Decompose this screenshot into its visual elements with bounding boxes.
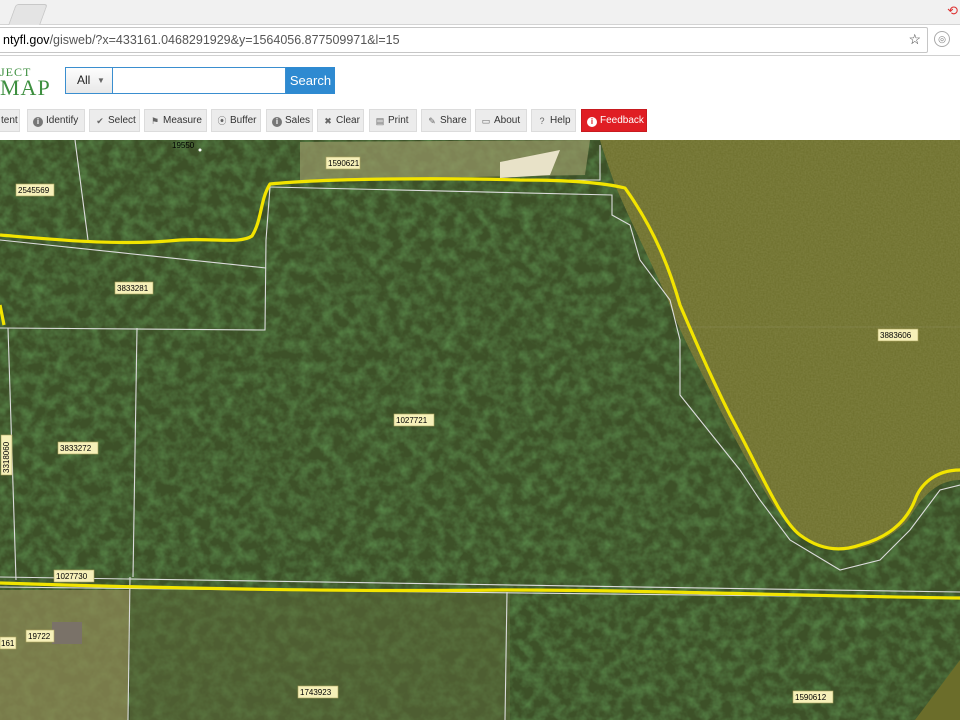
- search-input[interactable]: [112, 67, 286, 94]
- check-icon: ✔: [96, 116, 104, 126]
- house-roof: [52, 622, 82, 644]
- identify-button[interactable]: i Identify: [27, 109, 85, 132]
- logo-text-bottom: MAP: [0, 75, 51, 100]
- aerial-map[interactable]: 1590621 19550 2545569 3833281 3883606 10…: [0, 140, 960, 720]
- sales-label: Sales: [285, 115, 311, 126]
- select-label: Select: [108, 115, 136, 126]
- buffer-label: Buffer: [230, 115, 257, 126]
- share-button[interactable]: ✎ Share: [421, 109, 471, 132]
- search-scope-value: All: [77, 73, 91, 87]
- parcel-label[interactable]: 1590612: [792, 690, 834, 704]
- comment-icon: ▭: [481, 116, 491, 126]
- info-icon: i: [587, 117, 597, 127]
- svg-text:1027730: 1027730: [56, 572, 88, 581]
- select-button[interactable]: ✔ Select: [89, 109, 140, 132]
- parcel-label[interactable]: 161: [0, 636, 17, 650]
- feedback-button[interactable]: i Feedback: [581, 109, 647, 132]
- info-icon: i: [272, 117, 282, 127]
- url-text: ntyfl.gov/gisweb/?x=433161.0468291929&y=…: [3, 33, 400, 47]
- svg-text:19722: 19722: [28, 632, 51, 641]
- print-button[interactable]: ▤ Print: [369, 109, 417, 132]
- extension-icon[interactable]: ◎: [934, 31, 950, 47]
- parcel-label[interactable]: 19722: [25, 629, 55, 643]
- extent-label: tent: [1, 115, 18, 126]
- svg-text:1027721: 1027721: [396, 416, 428, 425]
- bookmark-star-icon[interactable]: ☆: [908, 31, 921, 48]
- info-icon: i: [33, 117, 43, 127]
- road-marker: [198, 148, 202, 152]
- svg-text:3833281: 3833281: [117, 284, 149, 293]
- search-scope-select[interactable]: All ▼: [65, 67, 112, 94]
- svg-text:1743923: 1743923: [300, 688, 332, 697]
- parcel-label[interactable]: 3833272: [57, 441, 99, 455]
- help-icon: ?: [539, 116, 545, 126]
- parcel-label[interactable]: 2545569: [15, 183, 55, 197]
- chevron-down-icon: ▼: [97, 76, 105, 85]
- cleared-lot: [0, 590, 130, 720]
- parcel-label[interactable]: 1027730: [53, 569, 95, 583]
- print-icon: ▤: [375, 116, 385, 126]
- url-host: ntyfl.gov: [3, 33, 50, 47]
- grove-area: [130, 590, 510, 720]
- address-bar[interactable]: ntyfl.gov/gisweb/?x=433161.0468291929&y=…: [0, 27, 928, 53]
- parcel-label[interactable]: 1590621: [325, 156, 361, 170]
- print-label: Print: [388, 115, 409, 126]
- svg-text:1590621: 1590621: [328, 159, 360, 168]
- browser-toolbar: ntyfl.gov/gisweb/?x=433161.0468291929&y=…: [0, 25, 960, 56]
- svg-text:2545569: 2545569: [18, 186, 50, 195]
- share-label: Share: [440, 115, 467, 126]
- svg-text:3833272: 3833272: [60, 444, 92, 453]
- measure-label: Measure: [163, 115, 202, 126]
- svg-text:3318060: 3318060: [2, 441, 11, 473]
- help-label: Help: [550, 115, 571, 126]
- parcel-label[interactable]: 19550: [172, 141, 195, 150]
- parcel-label[interactable]: 3318060: [0, 434, 13, 476]
- about-label: About: [494, 115, 521, 126]
- map-toolbar: tent i Identify ✔ Select ⚑ Measure ⦿ Buffer …: [0, 106, 960, 140]
- extent-button[interactable]: tent: [0, 109, 20, 132]
- browser-tab-strip: ⟲: [0, 0, 960, 25]
- about-button[interactable]: ▭ About: [475, 109, 527, 132]
- pencil-icon: ✎: [428, 116, 436, 126]
- browser-tab[interactable]: [8, 4, 48, 25]
- url-path: /gisweb/?x=433161.0468291929&y=1564056.8…: [49, 33, 400, 47]
- parcel-label[interactable]: 1027721: [393, 413, 435, 427]
- sales-button[interactable]: i Sales: [266, 109, 313, 132]
- svg-text:19550: 19550: [172, 141, 195, 150]
- svg-text:161: 161: [1, 639, 15, 648]
- map-view[interactable]: 1590621 19550 2545569 3833281 3883606 10…: [0, 140, 960, 720]
- clear-button[interactable]: ✖ Clear: [317, 109, 364, 132]
- svg-text:1590612: 1590612: [795, 693, 827, 702]
- parcel-label[interactable]: 3883606: [877, 328, 919, 342]
- sync-icon[interactable]: ⟲: [947, 3, 958, 19]
- identify-label: Identify: [46, 115, 79, 126]
- feedback-label: Feedback: [600, 115, 644, 126]
- flag-icon: ⚑: [150, 116, 160, 126]
- rss-icon: ⦿: [217, 116, 227, 126]
- help-button[interactable]: ? Help: [531, 109, 576, 132]
- svg-text:3883606: 3883606: [880, 331, 912, 340]
- measure-button[interactable]: ⚑ Measure: [144, 109, 207, 132]
- app-header: JECT MAP All ▼ Search: [0, 56, 960, 106]
- parcel-label[interactable]: 1743923: [297, 685, 339, 699]
- parcel-label[interactable]: 3833281: [114, 281, 154, 295]
- clear-label: Clear: [336, 115, 360, 126]
- search-button[interactable]: Search: [286, 67, 335, 94]
- close-icon: ✖: [324, 116, 332, 126]
- buffer-button[interactable]: ⦿ Buffer: [211, 109, 261, 132]
